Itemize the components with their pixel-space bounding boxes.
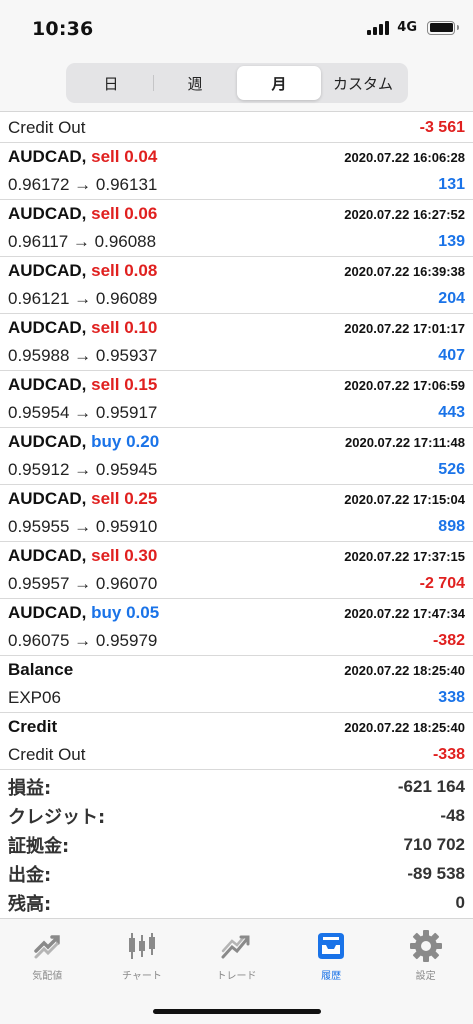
trade-row[interactable]: AUDCAD, sell 0.15 2020.07.22 17:06:59 0.95…: [0, 371, 473, 428]
period-tab-week[interactable]: 週: [153, 66, 237, 100]
trade-time: 2020.07.22 17:15:04: [344, 491, 465, 507]
period-segmented-control: 日 週 月 カスタム: [66, 63, 408, 103]
trade-prices: 0.95957 → 0.96070: [8, 574, 158, 593]
trade-icon: [221, 935, 250, 959]
trade-side-volume: buy 0.05: [91, 603, 160, 622]
trade-row[interactable]: AUDCAD, sell 0.04 2020.07.22 16:06:28 0.96…: [0, 143, 473, 200]
trade-side-volume: sell 0.04: [91, 147, 158, 166]
tab-trade[interactable]: トレード: [189, 919, 284, 989]
period-tab-custom[interactable]: カスタム: [321, 66, 405, 100]
entry-time: 2020.07.22 18:25:40: [344, 719, 465, 735]
bottom-tab-bar: 気配値 チャート トレード 履歴 設定: [0, 918, 473, 1024]
trade-prices: 0.95912 → 0.95945: [8, 460, 158, 479]
status-indicators: 4G: [367, 20, 459, 35]
trade-symbol: AUDCAD, sell 0.15: [8, 375, 158, 394]
trade-symbol: AUDCAD, buy 0.05: [8, 603, 160, 622]
trade-time: 2020.07.22 17:11:48: [345, 434, 465, 450]
trade-profit: 139: [438, 233, 465, 250]
tab-quotes[interactable]: 気配値: [0, 919, 95, 989]
trade-symbol: AUDCAD, sell 0.08: [8, 261, 158, 280]
trade-prices: 0.95954 → 0.95917: [8, 403, 158, 422]
trade-row[interactable]: AUDCAD, sell 0.08 2020.07.22 16:39:38 0.96…: [0, 257, 473, 314]
trade-symbol: AUDCAD, sell 0.25: [8, 489, 158, 508]
status-time: 10:36: [32, 18, 94, 40]
period-selector-bar: 日 週 月 カスタム: [0, 56, 473, 112]
trade-row[interactable]: AUDCAD, buy 0.05 2020.07.22 17:47:34 0.960…: [0, 599, 473, 656]
trade-row[interactable]: AUDCAD, sell 0.06 2020.07.22 16:27:52 0.96…: [0, 200, 473, 257]
trade-side-volume: sell 0.06: [91, 204, 158, 223]
trade-side-volume: sell 0.08: [91, 261, 158, 280]
cellular-signal-icon: [367, 20, 390, 35]
trade-time: 2020.07.22 17:01:17: [344, 320, 465, 336]
trade-row[interactable]: AUDCAD, sell 0.10 2020.07.22 17:01:17 0.95…: [0, 314, 473, 371]
chart-icon: [128, 933, 155, 959]
entry-time: 2020.07.22 18:25:40: [344, 662, 465, 678]
entry-type: Balance: [8, 660, 74, 679]
trade-side-volume: buy 0.20: [91, 432, 160, 451]
history-icon: [318, 933, 345, 959]
trade-prices: 0.95955 → 0.95910: [8, 517, 158, 536]
trade-side-volume: sell 0.30: [91, 546, 158, 565]
trade-time: 2020.07.22 16:27:52: [344, 206, 465, 222]
trade-prices: 0.96121 → 0.96089: [8, 289, 158, 308]
battery-icon: [427, 20, 459, 35]
tab-chart[interactable]: チャート: [95, 919, 190, 989]
trade-side-volume: sell 0.15: [91, 375, 158, 394]
account-summary: 損益: -621 164 クレジット: -48 証拠金: 710 702 出金:…: [0, 772, 473, 917]
trade-profit: 204: [438, 290, 465, 307]
settings-icon: [409, 930, 442, 962]
period-tab-day[interactable]: 日: [69, 66, 153, 100]
quotes-icon: [34, 935, 61, 959]
trade-time: 2020.07.22 17:47:34: [344, 605, 465, 621]
trade-time: 2020.07.22 17:06:59: [344, 377, 465, 393]
trade-symbol: AUDCAD, sell 0.10: [8, 318, 158, 337]
trade-profit: -382: [432, 632, 465, 649]
home-indicator: [153, 1009, 321, 1014]
trade-side-volume: sell 0.25: [91, 489, 158, 508]
trade-profit: 131: [438, 176, 465, 193]
tab-settings[interactable]: 設定: [378, 919, 473, 989]
entry-comment: Credit Out: [8, 745, 86, 764]
trade-prices: 0.96117 → 0.96088: [8, 232, 157, 251]
trade-symbol: AUDCAD, sell 0.04: [8, 147, 158, 166]
trade-row[interactable]: AUDCAD, buy 0.20 2020.07.22 17:11:48 0.959…: [0, 428, 473, 485]
trade-profit: 898: [438, 518, 465, 535]
period-tab-month[interactable]: 月: [237, 66, 321, 100]
list-item-balance[interactable]: Balance 2020.07.22 18:25:40 EXP06 338: [0, 656, 473, 713]
network-type: 4G: [397, 20, 417, 35]
trade-symbol: AUDCAD, buy 0.20: [8, 432, 160, 451]
summary-credit: クレジット: -48: [8, 805, 465, 828]
list-item-credit-out[interactable]: Credit Out -3 561: [0, 113, 473, 143]
summary-withdrawal: 出金: -89 538: [8, 863, 465, 886]
trade-prices: 0.95988 → 0.95937: [8, 346, 158, 365]
trade-profit: -2 704: [419, 575, 465, 592]
entry-comment: Credit Out: [8, 117, 86, 137]
trade-time: 2020.07.22 17:37:15: [344, 548, 465, 564]
trade-symbol: AUDCAD, sell 0.06: [8, 204, 158, 223]
trade-side-volume: sell 0.10: [91, 318, 158, 337]
summary-balance: 残高: 0: [8, 892, 465, 915]
entry-comment: EXP06: [8, 688, 61, 707]
trade-prices: 0.96075 → 0.95979: [8, 631, 158, 650]
summary-profit: 損益: -621 164: [8, 776, 465, 799]
trade-row[interactable]: AUDCAD, sell 0.25 2020.07.22 17:15:04 0.95…: [0, 485, 473, 542]
trade-time: 2020.07.22 16:06:28: [344, 149, 465, 165]
trade-row[interactable]: AUDCAD, sell 0.30 2020.07.22 17:37:15 0.95…: [0, 542, 473, 599]
trade-prices: 0.96172 → 0.96131: [8, 175, 158, 194]
trade-profit: 526: [438, 461, 465, 478]
trade-profit: 443: [438, 404, 465, 421]
history-list: Credit Out -3 561 AUDCAD, sell 0.04 2020.…: [0, 113, 473, 770]
entry-type: Credit: [8, 717, 58, 736]
list-item-credit[interactable]: Credit 2020.07.22 18:25:40 Credit Out -3…: [0, 713, 473, 770]
entry-value: -338: [432, 746, 465, 763]
tab-history[interactable]: 履歴: [284, 919, 379, 989]
trade-profit: 407: [438, 347, 465, 364]
entry-value: 338: [438, 689, 465, 706]
entry-value: -3 561: [419, 118, 465, 136]
summary-deposit: 証拠金: 710 702: [8, 834, 465, 857]
trade-symbol: AUDCAD, sell 0.30: [8, 546, 158, 565]
status-bar: 10:36 4G: [0, 0, 473, 56]
trade-time: 2020.07.22 16:39:38: [344, 263, 465, 279]
